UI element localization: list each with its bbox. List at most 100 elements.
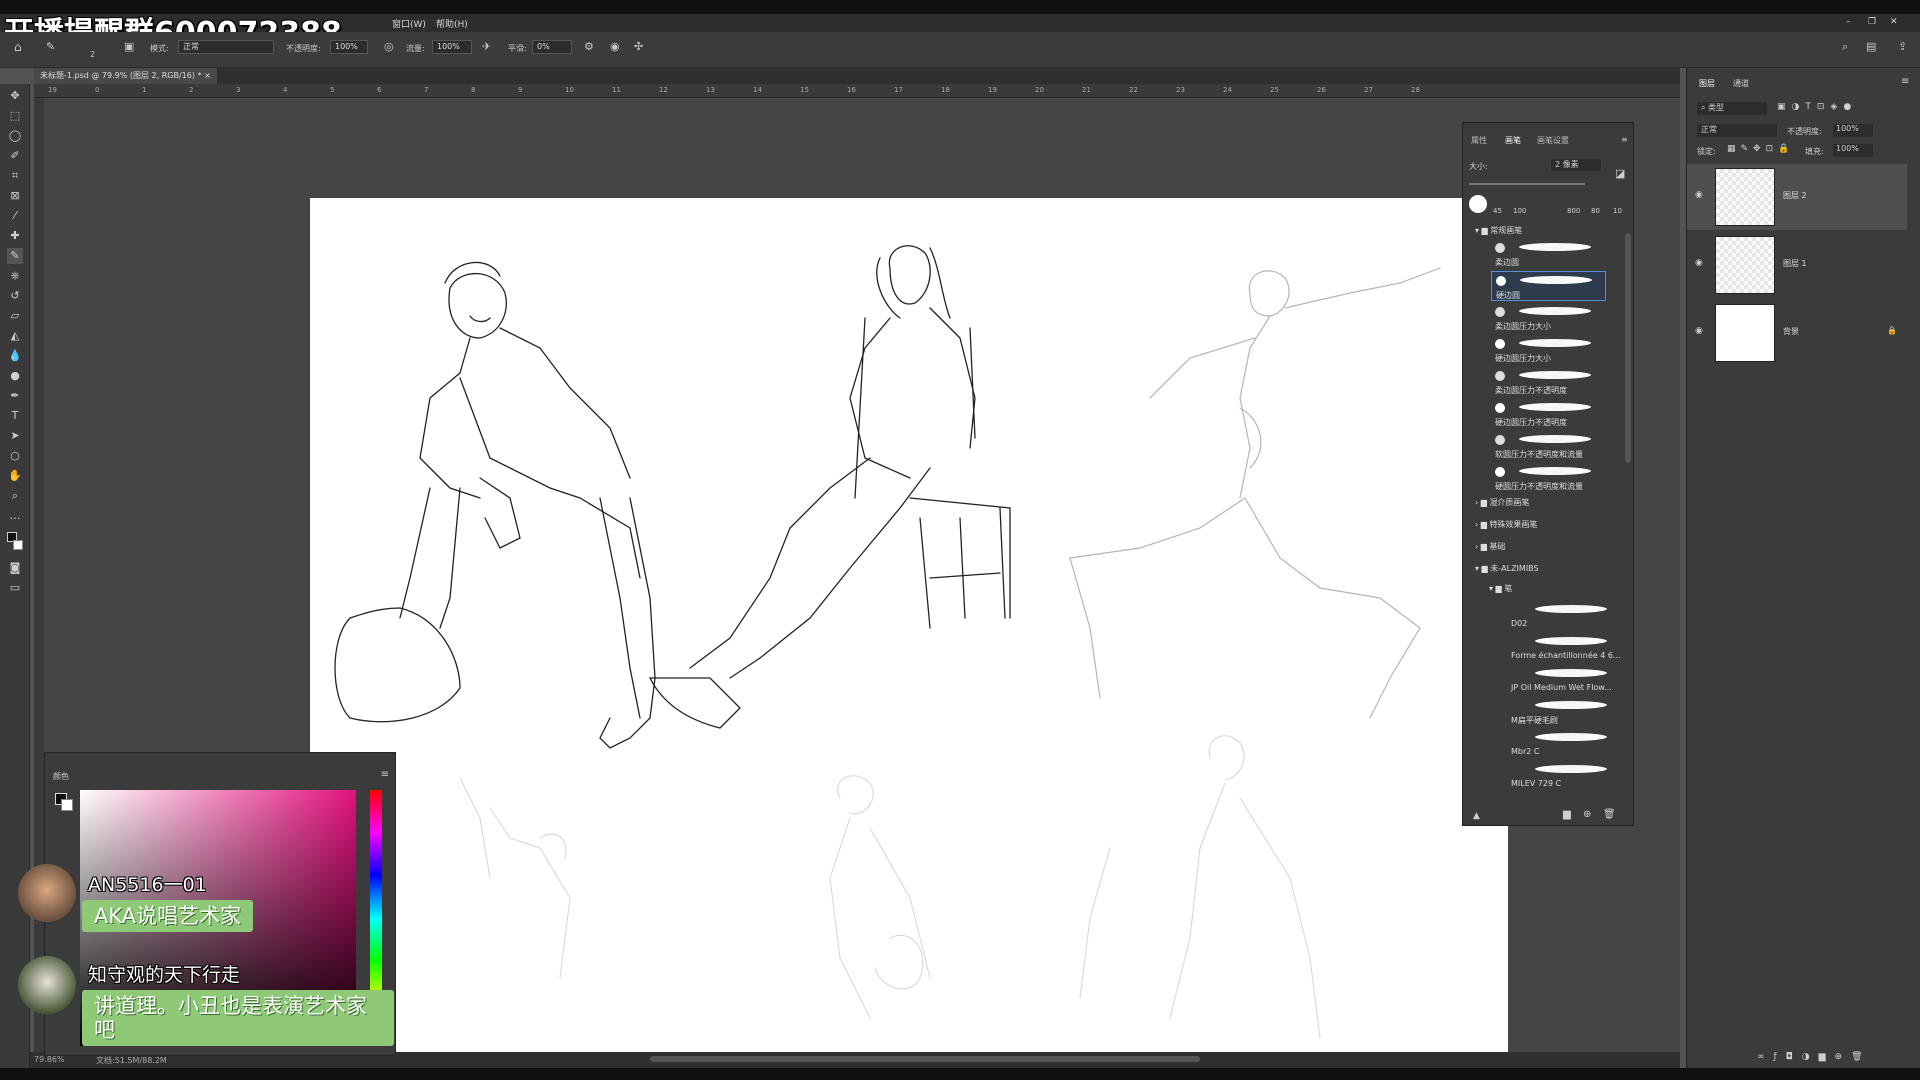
panel-menu-icon[interactable]: ≡ — [1621, 135, 1628, 144]
brush-preview-toggle-icon[interactable]: ▲ — [1473, 811, 1480, 821]
blur-tool-icon[interactable]: 💧 — [7, 348, 23, 364]
brush-item[interactable]: 柔边圆 — [1491, 239, 1606, 269]
tab-layers[interactable]: 图层 — [1699, 78, 1715, 89]
layer-filter-icons[interactable]: ▣◑T⊡◈● — [1777, 102, 1857, 112]
tab-channels[interactable]: 通道 — [1733, 78, 1749, 89]
layer-row[interactable]: ◉ 背景 🔒 — [1687, 300, 1907, 366]
fill-input[interactable]: 100% — [1833, 144, 1873, 157]
search-icon[interactable]: ⌕ — [1842, 40, 1848, 54]
brush-item[interactable]: 柔边圆压力不透明度 — [1491, 367, 1606, 397]
horizontal-scrollbar[interactable] — [650, 1056, 1200, 1062]
preset-10[interactable]: 10 — [1613, 207, 1622, 215]
mode-select[interactable]: 正常 — [178, 40, 274, 54]
brush-item[interactable]: 柔边圆压力大小 — [1491, 303, 1606, 333]
new-brush-icon[interactable]: ◪ — [1615, 167, 1625, 180]
brush-item[interactable]: MILEV 729 C — [1507, 761, 1622, 791]
folder-pens[interactable]: ▾ ▆ 笔 — [1489, 583, 1512, 594]
eye-visibility-icon[interactable]: ◉ — [1695, 326, 1703, 336]
quick-mask-icon[interactable]: ◙ — [7, 560, 23, 576]
tab-brush-settings[interactable]: 画笔设置 — [1537, 135, 1569, 146]
brush-item[interactable]: 硬圆压力不透明度和流量 — [1491, 463, 1606, 493]
brush-item[interactable]: 硬边圆压力不透明度 — [1491, 399, 1606, 429]
screen-mode-icon[interactable]: ▭ — [7, 580, 23, 596]
layer-name[interactable]: 图层 2 — [1783, 190, 1807, 201]
home-icon[interactable]: ⌂ — [14, 40, 22, 54]
layer-name[interactable]: 背景 — [1783, 326, 1799, 337]
zoom-tool-icon[interactable]: ⌕ — [7, 488, 23, 504]
type-tool-icon[interactable]: T — [7, 408, 23, 424]
background-swatch[interactable] — [61, 799, 73, 811]
brush-item[interactable]: D02 — [1507, 601, 1622, 631]
quick-select-tool-icon[interactable]: ✐ — [7, 148, 23, 164]
lasso-tool-icon[interactable]: ◯ — [7, 128, 23, 144]
eye-visibility-icon[interactable]: ◉ — [1695, 258, 1703, 268]
pressure-size-icon[interactable]: ◉ — [610, 40, 620, 53]
layer-row-selected[interactable]: ◉ 图层 2 — [1687, 164, 1907, 230]
size-input[interactable]: 2 像素 — [1551, 159, 1601, 171]
menu-help[interactable]: 帮助(H) — [436, 17, 468, 30]
close-icon[interactable]: ✕ — [1890, 17, 1898, 27]
preset-45[interactable]: 45 — [1493, 207, 1502, 215]
brush-item[interactable]: JP Oil Medium Wet Flow... — [1507, 665, 1622, 695]
share-icon[interactable]: ⇪ — [1898, 40, 1907, 53]
workspace-icon[interactable]: ▤ — [1866, 40, 1876, 53]
menu-window[interactable]: 窗口(W) — [392, 17, 426, 30]
clone-stamp-tool-icon[interactable]: ⎈ — [7, 268, 23, 284]
brush-item[interactable]: 硬边圆压力大小 — [1491, 335, 1606, 365]
history-brush-tool-icon[interactable]: ↺ — [7, 288, 23, 304]
document-tab[interactable]: 未标题-1.psd @ 79.9% (图层 2, RGB/16) * × — [34, 68, 217, 84]
size-slider[interactable] — [1469, 183, 1585, 185]
crop-tool-icon[interactable]: ⌗ — [7, 168, 23, 184]
settings-gear-icon[interactable]: ⚙ — [584, 40, 594, 53]
panel-menu-icon[interactable]: ≡ — [381, 769, 389, 780]
brush-item-selected[interactable]: 硬边圆 — [1491, 271, 1606, 301]
eyedropper-tool-icon[interactable]: ⁄ — [7, 208, 23, 224]
healing-tool-icon[interactable]: ✚ — [7, 228, 23, 244]
paint-bucket-tool-icon[interactable]: ◭ — [7, 328, 23, 344]
restore-icon[interactable]: ❐ — [1868, 17, 1876, 27]
brush-item[interactable]: 软圆压力不透明度和流量 — [1491, 431, 1606, 461]
symmetry-icon[interactable]: ✣ — [634, 40, 643, 53]
preset-800[interactable]: 800 — [1567, 207, 1580, 215]
folder-special-effects[interactable]: › ▆ 特殊效果画笔 — [1475, 519, 1537, 530]
eraser-tool-icon[interactable]: ▱ — [7, 308, 23, 324]
flow-input[interactable]: 100% — [432, 40, 472, 54]
preset-100[interactable]: 100 — [1513, 207, 1526, 215]
tab-brushes[interactable]: 画笔 — [1505, 135, 1521, 146]
dodge-tool-icon[interactable]: ● — [7, 368, 23, 384]
brush-tip-preview[interactable] — [1469, 195, 1487, 213]
eye-visibility-icon[interactable]: ◉ — [1695, 190, 1703, 200]
brush-item[interactable]: Mbr2 C — [1507, 729, 1622, 759]
preset-80[interactable]: 80 — [1591, 207, 1600, 215]
tab-properties[interactable]: 属性 — [1471, 135, 1487, 146]
new-group-folder-icon[interactable]: ▆ — [1563, 809, 1571, 820]
opacity-input[interactable]: 100% — [330, 40, 368, 54]
smoothing-input[interactable]: 0% — [532, 40, 572, 54]
folder-wet-media[interactable]: › ▆ 湿介质画笔 — [1475, 497, 1529, 508]
layer-row[interactable]: ◉ 图层 1 — [1687, 232, 1907, 298]
airbrush-icon[interactable]: ✈ — [482, 40, 491, 53]
brush-tool-icon[interactable]: ✎ — [46, 40, 55, 53]
new-brush-icon[interactable]: ⊕ — [1583, 809, 1591, 820]
layer-name[interactable]: 图层 1 — [1783, 258, 1807, 269]
brush-item[interactable]: Forme échantillonnée 4 6... — [1507, 633, 1622, 663]
marquee-tool-icon[interactable]: ⬚ — [7, 108, 23, 124]
brush-panel-toggle-icon[interactable]: ▣ — [124, 40, 134, 53]
minimize-icon[interactable]: – — [1846, 17, 1851, 27]
close-tab-icon[interactable]: × — [204, 71, 211, 80]
layer-opacity-input[interactable]: 100% — [1833, 124, 1873, 137]
zoom-level[interactable]: 79.86% — [34, 1055, 65, 1064]
panel-menu-icon[interactable]: ≡ — [1901, 76, 1909, 87]
folder-general-brushes[interactable]: ▾ ▆ 常规画笔 — [1475, 225, 1522, 236]
path-select-tool-icon[interactable]: ➤ — [7, 428, 23, 444]
delete-brush-icon[interactable]: 🗑 — [1603, 809, 1616, 820]
brush-item[interactable]: M扁平硬毛刷 — [1507, 697, 1622, 727]
blend-mode-select[interactable]: 正常 — [1697, 124, 1777, 137]
pen-tool-icon[interactable]: ✒ — [7, 388, 23, 404]
brush-tool-icon[interactable]: ✎ — [7, 248, 23, 264]
brush-size-preview[interactable]: 2 — [90, 50, 95, 59]
more-tools-icon[interactable]: … — [7, 508, 23, 524]
pressure-opacity-icon[interactable]: ◎ — [384, 40, 394, 53]
folder-custom[interactable]: ▾ ▆ 未-ALZIMIBS — [1475, 563, 1539, 574]
document-canvas[interactable] — [310, 198, 1508, 1058]
